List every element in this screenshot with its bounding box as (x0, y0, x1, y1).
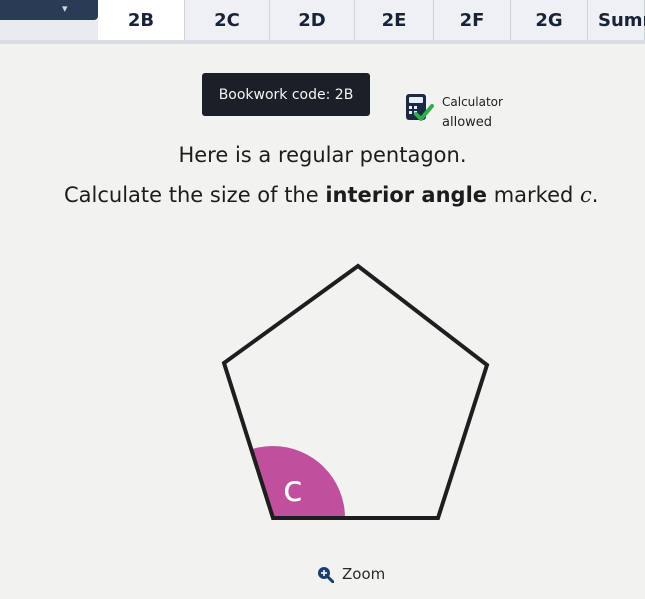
zoom-icon (318, 567, 334, 583)
zoom-button[interactable]: Zoom (316, 565, 385, 583)
zoom-label: Zoom (342, 565, 386, 583)
pentagon-figure: c (221, 263, 490, 520)
angle-label: c (283, 469, 303, 510)
